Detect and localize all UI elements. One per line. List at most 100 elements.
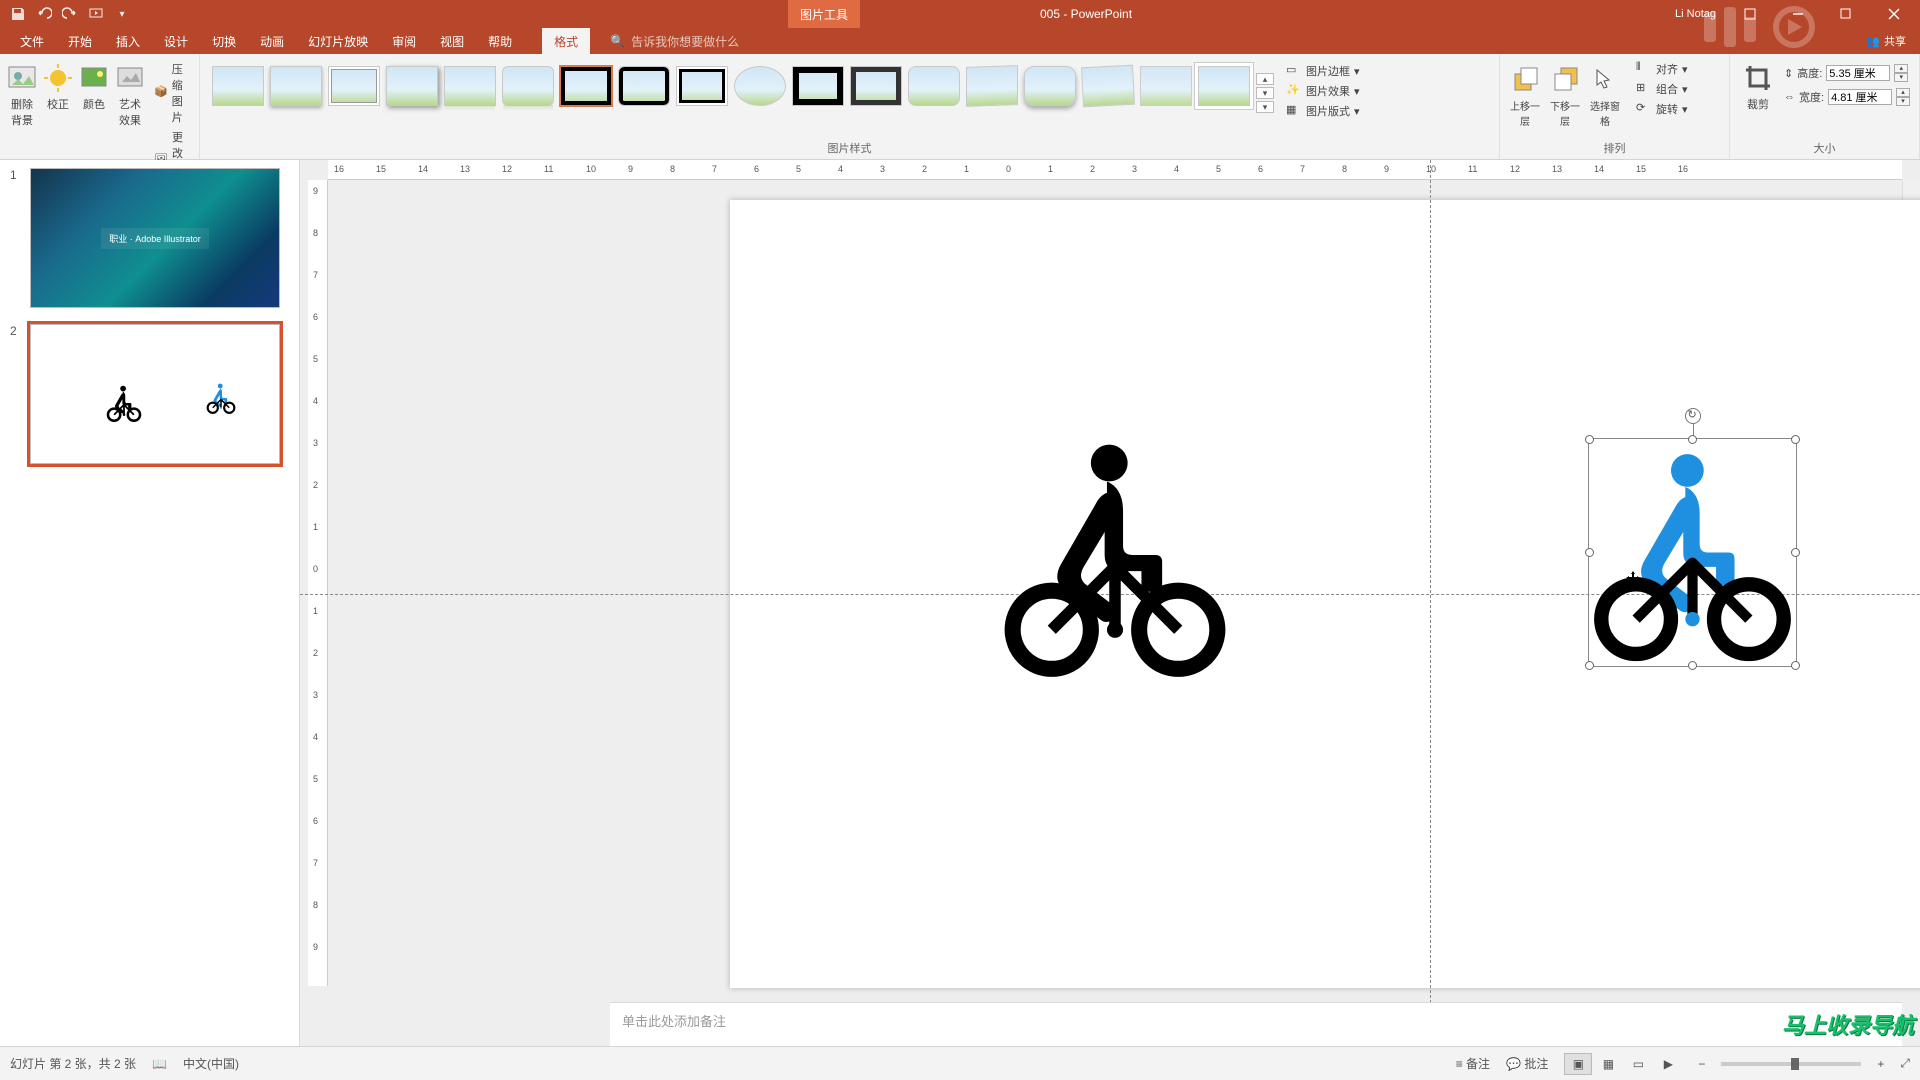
share-button[interactable]: 👥 共享 [1852,28,1920,54]
resize-handle-tm[interactable] [1688,435,1697,444]
blue-cyclist-image[interactable] [1590,440,1795,665]
style-thumb-9[interactable] [676,66,728,106]
style-thumb-12[interactable] [850,66,902,106]
corrections-button[interactable]: 校正 [42,58,74,112]
notes-pane[interactable]: 单击此处添加备注 [610,1002,1902,1046]
maximize-icon[interactable] [1826,0,1866,28]
zoom-in-button[interactable]: + [1877,1057,1884,1071]
save-icon[interactable] [10,6,26,22]
rotate-button[interactable]: ⟳旋转 ▾ [1632,100,1692,118]
selection-pane-button[interactable]: 选择窗格 [1586,60,1624,128]
tab-insert[interactable]: 插入 [104,28,152,54]
style-thumb-17[interactable] [1140,66,1192,106]
notes-toggle[interactable]: ≡ 备注 [1456,1055,1490,1072]
gallery-down-icon[interactable]: ▾ [1256,87,1274,99]
crop-button[interactable]: 裁剪 [1736,58,1780,112]
slide-canvas[interactable] [730,200,1920,988]
ribbon-options-icon[interactable] [1730,0,1770,28]
style-thumb-3[interactable] [328,66,380,106]
tab-help[interactable]: 帮助 [476,28,524,54]
resize-handle-tr[interactable] [1791,435,1800,444]
redo-icon[interactable] [62,6,78,22]
slide-thumb-1[interactable]: 职业 · Adobe Illustrator [30,168,280,308]
normal-view-icon[interactable]: ▣ [1564,1053,1592,1075]
style-thumb-10[interactable] [734,66,786,106]
tab-format[interactable]: 格式 [542,28,590,54]
tab-animations[interactable]: 动画 [248,28,296,54]
style-thumb-13[interactable] [908,66,960,106]
resize-handle-tl[interactable] [1585,435,1594,444]
bring-forward-button[interactable]: 上移一层 [1506,60,1544,128]
tab-home[interactable]: 开始 [56,28,104,54]
workspace: 1 职业 · Adobe Illustrator 2 1615141312111… [0,160,1920,1046]
compress-pictures-button[interactable]: 📦压缩图片 [150,60,193,126]
send-backward-button[interactable]: 下移一层 [1546,60,1584,128]
fit-window-button[interactable]: ⤢ [1900,1056,1910,1071]
zoom-out-button[interactable]: − [1698,1057,1705,1071]
style-thumb-2[interactable] [270,66,322,106]
close-icon[interactable] [1874,0,1914,28]
resize-handle-ml[interactable] [1585,548,1594,557]
style-thumb-8[interactable] [618,66,670,106]
black-cyclist-image[interactable] [1000,430,1230,680]
width-input[interactable] [1828,89,1892,105]
ribbon-tabs: 文件 开始 插入 设计 切换 动画 幻灯片放映 审阅 视图 帮助 格式 🔍 告诉… [0,28,1920,54]
style-thumb-15[interactable] [1024,66,1076,106]
share-label: 共享 [1884,33,1906,49]
qat-more-icon[interactable]: ▾ [114,6,130,22]
style-thumb-6[interactable] [502,66,554,106]
spellcheck-icon[interactable]: 📖 [152,1057,167,1071]
picture-border-button[interactable]: ▭图片边框 ▾ [1282,62,1364,80]
style-thumb-18[interactable] [1198,66,1250,106]
resize-handle-br[interactable] [1791,661,1800,670]
tab-transitions[interactable]: 切换 [200,28,248,54]
user-name[interactable]: Li Notag [1669,8,1722,20]
slide-thumbnails-panel[interactable]: 1 职业 · Adobe Illustrator 2 [0,160,300,1046]
gallery-scroll[interactable]: ▴ ▾ ▾ [1256,58,1274,120]
slide-thumb-2[interactable] [30,324,280,464]
notes-placeholder: 单击此处添加备注 [622,1014,726,1029]
reading-view-icon[interactable]: ▭ [1624,1053,1652,1075]
color-button[interactable]: 颜色 [78,58,110,112]
undo-icon[interactable] [36,6,52,22]
start-slideshow-icon[interactable] [88,6,104,22]
artistic-effects-button[interactable]: 艺术效果 [114,58,146,128]
slide-editor[interactable]: 1615141312111098765432101234567891011121… [300,160,1920,1046]
tab-file[interactable]: 文件 [8,28,56,54]
style-thumb-14[interactable] [966,65,1018,107]
picture-layout-button[interactable]: ▦图片版式 ▾ [1282,102,1364,120]
zoom-slider[interactable] [1721,1062,1861,1066]
tab-view[interactable]: 视图 [428,28,476,54]
height-spinner[interactable]: ▴▾ [1894,64,1908,82]
remove-background-button[interactable]: 删除背景 [6,58,38,128]
width-spinner[interactable]: ▴▾ [1896,88,1910,106]
style-thumb-7[interactable] [560,66,612,106]
language-indicator[interactable]: 中文(中国) [183,1055,239,1072]
group-button[interactable]: ⊞组合 ▾ [1632,80,1692,98]
height-input[interactable] [1826,65,1890,81]
tab-review[interactable]: 审阅 [380,28,428,54]
resize-handle-bl[interactable] [1585,661,1594,670]
resize-handle-bm[interactable] [1688,661,1697,670]
style-thumb-4[interactable] [386,66,438,106]
align-button[interactable]: ⫴对齐 ▾ [1632,60,1692,78]
sorter-view-icon[interactable]: ▦ [1594,1053,1622,1075]
style-thumb-16[interactable] [1081,65,1135,108]
resize-handle-mr[interactable] [1791,548,1800,557]
tab-design[interactable]: 设计 [152,28,200,54]
style-thumb-1[interactable] [212,66,264,106]
comments-toggle[interactable]: 💬 批注 [1506,1055,1548,1072]
title-bar: ▾ 图片工具 005 - PowerPoint Li Notag [0,0,1920,28]
style-thumb-5[interactable] [444,66,496,106]
picture-styles-gallery[interactable] [206,58,1256,120]
minimize-icon[interactable] [1778,0,1818,28]
rotation-handle[interactable] [1685,408,1701,424]
tell-me-search[interactable]: 🔍 告诉我你想要做什么 [610,28,739,54]
style-thumb-11[interactable] [792,66,844,106]
gallery-more-icon[interactable]: ▾ [1256,101,1274,113]
slideshow-view-icon[interactable]: ▶ [1654,1053,1682,1075]
picture-effects-button[interactable]: ✨图片效果 ▾ [1282,82,1364,100]
gallery-up-icon[interactable]: ▴ [1256,73,1274,85]
tab-slideshow[interactable]: 幻灯片放映 [296,28,380,54]
contextual-tab-label: 图片工具 [788,0,860,28]
